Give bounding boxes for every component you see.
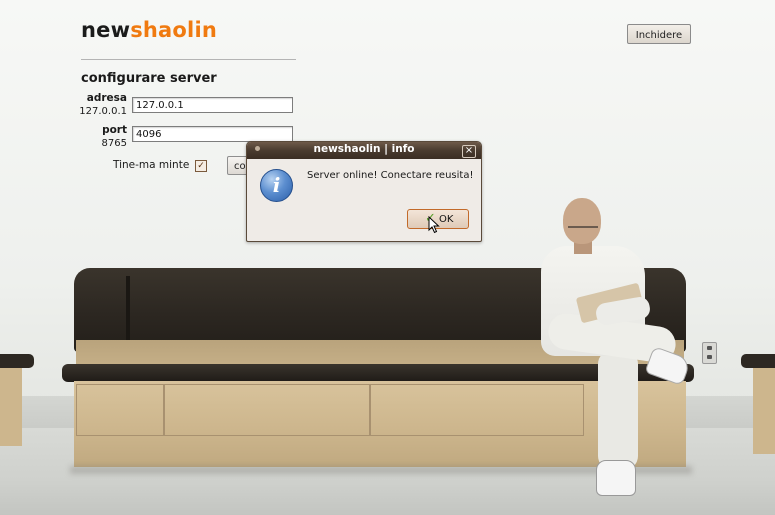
port-label-block: port 8765	[77, 124, 127, 150]
header-divider	[81, 59, 296, 60]
logo-part-shaolin: shaolin	[130, 18, 217, 42]
dialog-titlebar[interactable]: newshaolin | info ×	[247, 142, 481, 159]
bench-seam	[126, 276, 130, 348]
close-app-button[interactable]: Inchidere	[627, 24, 691, 44]
wall-outlet	[702, 342, 717, 364]
dialog-close-icon[interactable]: ×	[462, 145, 476, 158]
port-label: port	[102, 124, 127, 136]
logo-part-new: new	[81, 18, 131, 42]
info-dialog: newshaolin | info × i Server online! Con…	[246, 141, 482, 242]
bench-panel	[370, 384, 584, 436]
dialog-title: newshaolin | info	[313, 143, 415, 155]
side-bench-right	[741, 354, 775, 454]
side-bench-left	[0, 354, 34, 446]
server-config-title: configurare server	[81, 71, 217, 86]
port-default: 8765	[101, 138, 127, 149]
remember-me-checkbox[interactable]: ✓	[195, 160, 207, 172]
address-input[interactable]	[132, 97, 293, 113]
info-icon: i	[260, 169, 293, 202]
ok-label: OK	[439, 214, 454, 225]
app-logo: newshaolin	[81, 18, 217, 42]
address-default: 127.0.0.1	[79, 106, 127, 117]
remember-me-label: Tine-ma minte	[113, 159, 190, 171]
bench-panel	[164, 384, 370, 436]
address-label-block: adresa 127.0.0.1	[77, 92, 127, 118]
port-input[interactable]	[132, 126, 293, 142]
mouse-cursor-icon	[428, 216, 440, 234]
dialog-message: Server online! Conectare reusita!	[307, 170, 474, 181]
address-label: adresa	[86, 92, 127, 104]
bench-panel	[76, 384, 164, 436]
